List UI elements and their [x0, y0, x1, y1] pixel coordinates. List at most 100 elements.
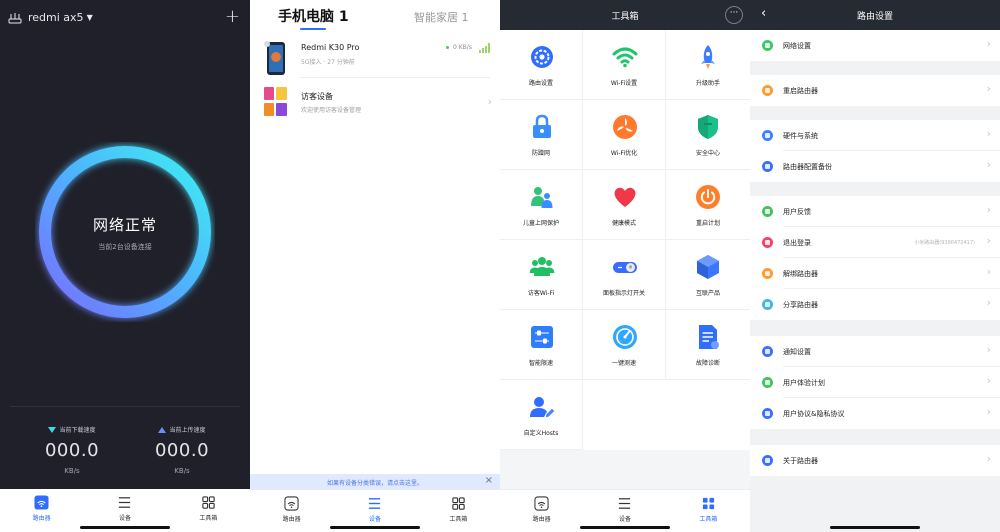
tool-panel-light-toggle[interactable]: 面板指示灯开关	[583, 240, 666, 310]
device-category-tabs: 手机电脑 1 智能家居 1	[278, 6, 470, 30]
fan-icon	[613, 115, 637, 139]
devices-panel: 手机电脑 1 智能家居 1 Redmi K30 Pro 5G接入 · 27 分钟…	[250, 0, 500, 532]
device-name: Redmi K30 Pro	[301, 43, 360, 52]
router-settings-panel: ‹ 路由设置 网络设置 › 重启路由器 › 硬件与系统 › 路由器配置备份 › …	[750, 0, 1000, 532]
tool-grid: 路由设置 Wi-Fi设置 升级助手 防蹭网 Wi-Fi优化 安全中心 儿童上网保…	[500, 30, 750, 450]
divider	[300, 77, 490, 78]
tool-restart-schedule[interactable]: 重启计划	[666, 170, 750, 240]
settings-row-about[interactable]: 关于路由器 ›	[750, 445, 1000, 476]
chevron-right-icon: ›	[986, 452, 991, 465]
shield-icon	[698, 115, 718, 139]
bottom-tab-bar: 路由器 设备 工具箱	[500, 489, 750, 532]
bottom-tab-bar: 路由器 设备 工具箱	[250, 489, 500, 532]
guest-device-item[interactable]: 访客设备 欢迎使用访客设备管理 ›	[250, 84, 500, 128]
settings-row-backup[interactable]: 路由器配置备份 ›	[750, 151, 1000, 182]
toggle-icon	[613, 262, 637, 273]
list-icon	[119, 497, 131, 508]
settings-row-notifications[interactable]: 通知设置 ›	[750, 336, 1000, 367]
add-icon[interactable]: +	[225, 6, 240, 27]
tool-wifi-settings[interactable]: Wi-Fi设置	[583, 30, 666, 100]
tool-connected-products[interactable]: 互联产品	[666, 240, 750, 310]
download-unit: KB/s	[64, 467, 80, 475]
backup-icon	[762, 161, 773, 172]
account-value: 小米路由器(9386472417)	[914, 240, 975, 246]
tool-upgrade[interactable]: 升级助手	[666, 30, 750, 100]
list-icon	[619, 498, 631, 509]
page-title: 路由设置	[856, 12, 893, 22]
tool-guest-wifi[interactable]: 访客Wi-Fi	[500, 240, 583, 310]
device-item[interactable]: Redmi K30 Pro 5G接入 · 27 分钟前 0 KB/s	[250, 36, 500, 80]
upload-arrow-icon	[158, 426, 167, 433]
router-tab-icon	[284, 496, 299, 511]
network-status-ring[interactable]: 网络正常 当前2台设备连接	[35, 142, 215, 322]
tool-custom-hosts[interactable]: 自定义Hosts	[500, 380, 583, 450]
tab-router[interactable]: 路由器	[250, 490, 333, 532]
document-icon	[762, 408, 773, 419]
chevron-right-icon: ›	[986, 265, 991, 278]
tool-wifi-optimize[interactable]: Wi-Fi优化	[583, 100, 666, 170]
download-arrow-icon	[48, 426, 57, 433]
chevron-down-icon[interactable]: ▼	[87, 13, 93, 22]
info-icon	[762, 455, 773, 466]
tool-router-settings[interactable]: 路由设置	[500, 30, 583, 100]
tool-speed-test[interactable]: 一键测速	[583, 310, 666, 380]
tool-health-mode[interactable]: 健康模式	[583, 170, 666, 240]
cube-icon	[697, 255, 719, 279]
chevron-right-icon: ›	[986, 158, 991, 171]
list-icon	[369, 498, 381, 509]
chevron-right-icon: ›	[986, 203, 991, 216]
phone-image-icon	[264, 41, 285, 75]
tab-router[interactable]: 路由器	[0, 489, 83, 532]
upload-label: 当前上传速度	[169, 427, 206, 434]
tab-toolbox[interactable]: 工具箱	[417, 490, 500, 532]
tab-toolbox[interactable]: 工具箱	[167, 489, 250, 532]
toolbox-panel: 工具箱 ··· 路由设置 Wi-Fi设置 升级助手 防蹭网 Wi-Fi优化 安全…	[500, 0, 750, 532]
guest-devices-icon	[264, 87, 287, 116]
home-indicator	[830, 526, 920, 529]
rocket-icon	[701, 45, 715, 69]
logout-icon	[762, 237, 773, 248]
tool-smart-speed-limit[interactable]: 智能限速	[500, 310, 583, 380]
online-dot-icon	[446, 46, 449, 49]
ring-text: 网络正常 当前2台设备连接	[35, 214, 215, 252]
guest-device-name: 访客设备	[301, 92, 333, 101]
heart-icon	[614, 187, 636, 207]
upload-speed: 当前上传速度 000.0 KB/s	[132, 425, 232, 475]
settings-row-restart[interactable]: 重启路由器 ›	[750, 75, 1000, 106]
router-header: redmi ax5 ▼ +	[8, 6, 240, 27]
device-speed: 0 KB/s	[446, 44, 472, 51]
more-icon[interactable]: ···	[725, 6, 743, 24]
classification-banner[interactable]: 如果有设备分类错误，请点击这里。 ×	[250, 474, 500, 489]
chevron-right-icon: ›	[487, 95, 492, 108]
settings-row-unbind[interactable]: 解绑路由器 ›	[750, 258, 1000, 289]
tab-router[interactable]: 路由器	[500, 490, 583, 532]
tool-anti-freeloader[interactable]: 防蹭网	[500, 100, 583, 170]
close-icon[interactable]: ×	[485, 475, 493, 486]
tab-phone-computer[interactable]: 手机电脑 1	[278, 6, 349, 26]
tab-toolbox[interactable]: 工具箱	[667, 490, 750, 532]
tool-security-center[interactable]: 安全中心	[666, 100, 750, 170]
settings-row-feedback[interactable]: 用户反馈 ›	[750, 196, 1000, 227]
settings-row-hardware[interactable]: 硬件与系统 ›	[750, 120, 1000, 151]
tab-smart-home[interactable]: 智能家居 1	[414, 9, 469, 25]
wifi-icon	[612, 47, 638, 68]
settings-row-agreements[interactable]: 用户协议&隐私协议 ›	[750, 398, 1000, 429]
upload-value: 000.0	[154, 440, 210, 461]
bell-icon	[762, 346, 773, 357]
router-name[interactable]: redmi ax5	[28, 11, 84, 24]
grid-icon	[202, 496, 215, 509]
tool-child-protection[interactable]: 儿童上网保护	[500, 170, 583, 240]
settings-row-share[interactable]: 分享路由器 ›	[750, 289, 1000, 320]
chevron-right-icon: ›	[986, 127, 991, 140]
settings-row-experience[interactable]: 用户体验计划 ›	[750, 367, 1000, 398]
settings-row-network[interactable]: 网络设置 ›	[750, 30, 1000, 61]
download-label: 当前下载速度	[59, 427, 96, 434]
connected-devices-count: 当前2台设备连接	[98, 243, 152, 251]
download-speed: 当前下载速度 000.0 KB/s	[22, 425, 122, 475]
home-indicator	[80, 526, 170, 529]
chevron-right-icon: ›	[986, 234, 991, 247]
tool-fault-diagnosis[interactable]: 故障诊断	[666, 310, 750, 380]
banner-text[interactable]: 如果有设备分类错误，请点击这里。	[250, 478, 500, 487]
settings-row-logout[interactable]: 退出登录 小米路由器(9386472417) ›	[750, 227, 1000, 258]
divider	[10, 406, 240, 407]
